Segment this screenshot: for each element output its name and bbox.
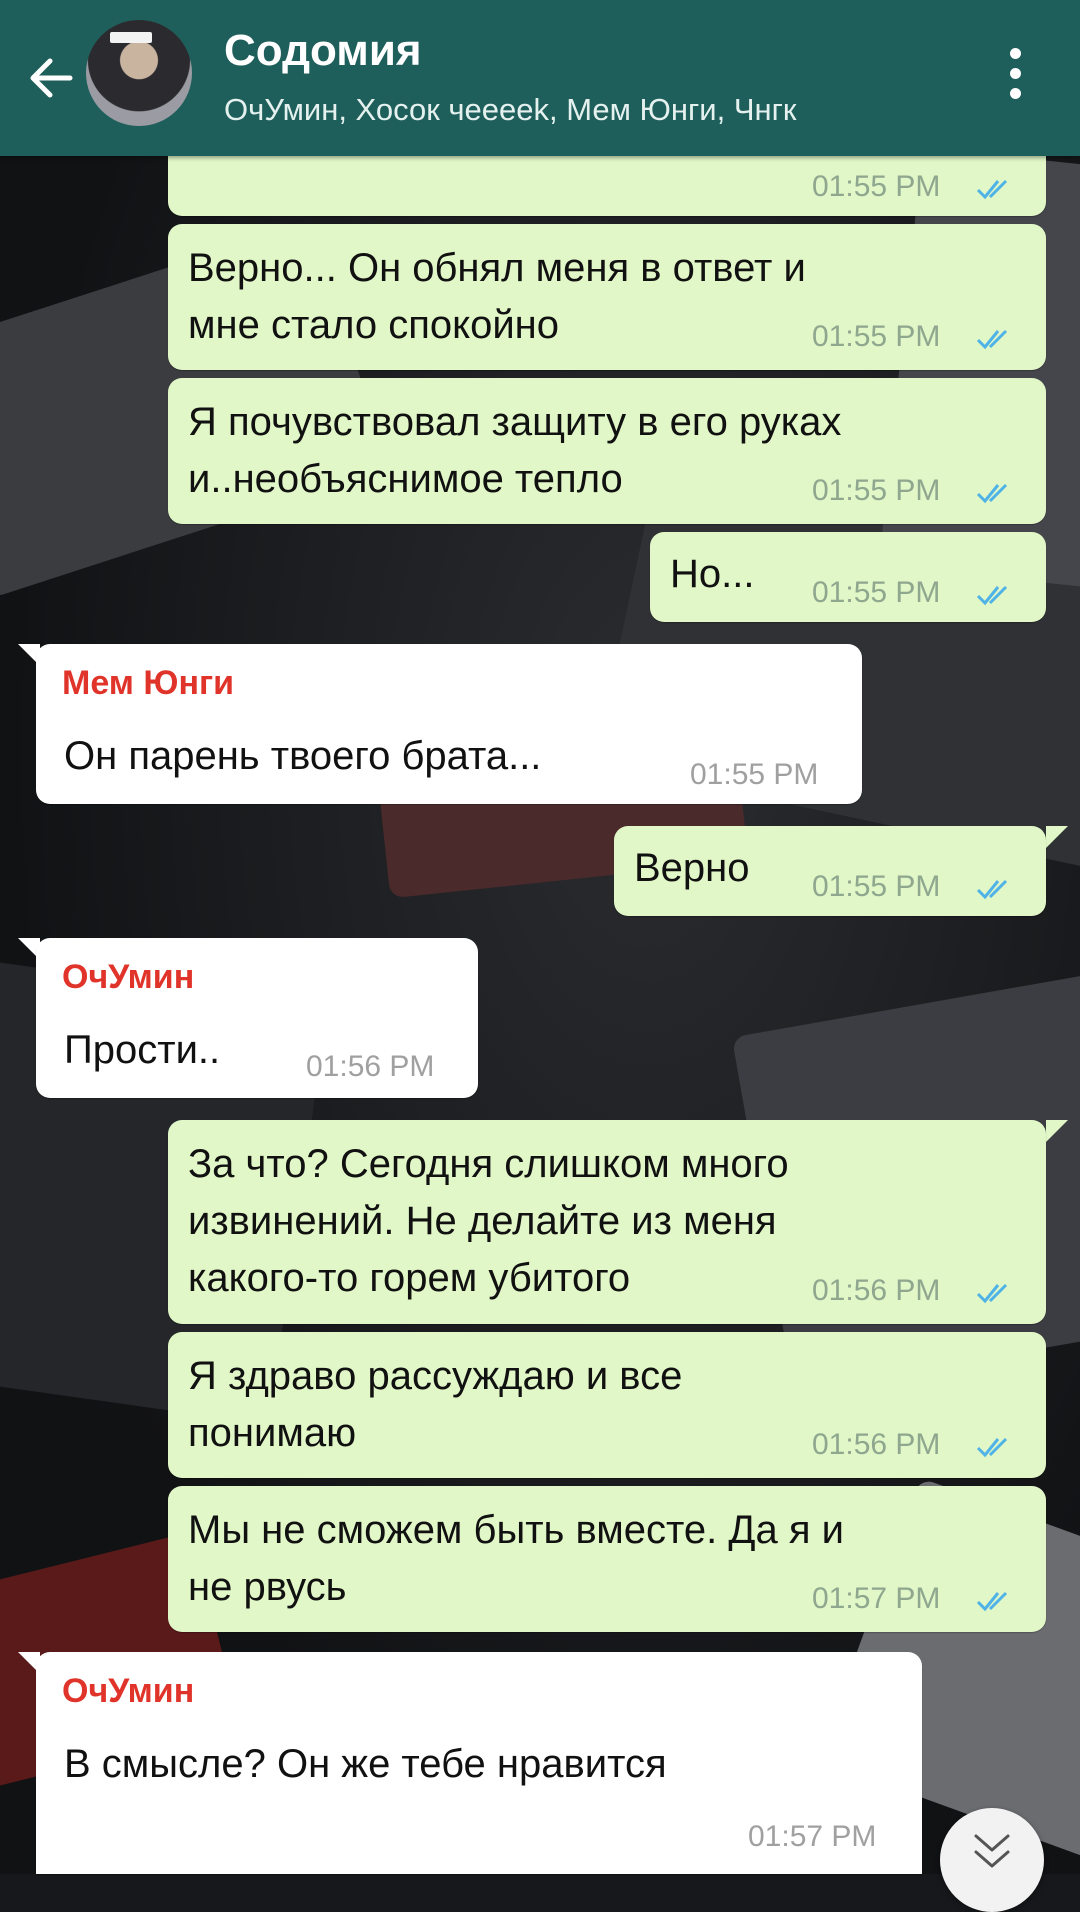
message-time: 01:55 PM	[812, 870, 941, 903]
message-time: 01:56 PM	[812, 1274, 941, 1307]
sender-name[interactable]: Мем Юнги	[62, 664, 234, 703]
message-bubble-outgoing[interactable]: Я почувствовал защиту в его руках и..нео…	[168, 378, 1046, 524]
message-text-line: не рвусь	[188, 1565, 347, 1609]
sender-name[interactable]: ОчУмин	[62, 1672, 194, 1711]
message-bubble-outgoing[interactable]: Мы не сможем быть вместе. Да я и не рвус…	[168, 1486, 1046, 1632]
message-time: 01:55 PM	[812, 170, 941, 203]
message-time: 01:57 PM	[812, 1582, 941, 1615]
message-time: 01:56 PM	[306, 1050, 435, 1083]
arrow-left-icon[interactable]	[22, 48, 82, 108]
read-ticks-icon	[976, 1437, 1008, 1458]
message-text-line: Мы не сможем быть вместе. Да я и	[188, 1508, 844, 1552]
message-time: 01:55 PM	[812, 474, 941, 507]
message-time: 01:55 PM	[812, 576, 941, 609]
message-text-line: Но...	[670, 552, 755, 596]
read-ticks-icon	[976, 179, 1008, 200]
message-bubble-outgoing[interactable]: Но... 01:55 PM	[650, 532, 1046, 622]
message-bubble-outgoing[interactable]: За что? Сегодня слишком много извинений.…	[168, 1120, 1046, 1324]
message-text-line: и..необъяснимое тепло	[188, 457, 623, 501]
read-ticks-icon	[976, 1591, 1008, 1612]
message-text-line: понимаю	[188, 1411, 357, 1455]
chat-title[interactable]: Содомия	[224, 26, 422, 76]
message-text-line: Я здраво рассуждаю и все	[188, 1354, 683, 1398]
message-text-line: В смысле? Он же тебе нравится	[64, 1742, 667, 1786]
message-text-line: За что? Сегодня слишком много	[188, 1142, 789, 1186]
message-bubble-incoming[interactable]: ОчУмин В смысле? Он же тебе нравится 01:…	[36, 1652, 922, 1874]
read-ticks-icon	[976, 879, 1008, 900]
group-avatar[interactable]	[86, 20, 192, 126]
message-text-line: Я почувствовал защиту в его руках	[188, 400, 842, 444]
double-chevron-down-icon	[974, 1834, 1010, 1868]
read-ticks-icon	[976, 585, 1008, 606]
message-text-line: извинений. Не делайте из меня	[188, 1199, 777, 1243]
message-time: 01:57 PM	[748, 1820, 877, 1853]
message-time: 01:55 PM	[690, 758, 819, 791]
message-text-line: Верно	[634, 846, 750, 890]
message-text-line: Он парень твоего брата...	[64, 734, 542, 778]
chat-members[interactable]: ОчУмин, Хосок чееeek, Мем Юнги, Чнгк	[224, 92, 797, 128]
chat-header: Содомия ОчУмин, Хосок чееeek, Мем Юнги, …	[0, 0, 1080, 156]
message-bubble-outgoing[interactable]: Верно... Он обнял меня в ответ и мне ста…	[168, 224, 1046, 370]
message-text-line: Прости..	[64, 1028, 221, 1072]
message-bubble-incoming[interactable]: ОчУмин Прости.. 01:56 PM	[36, 938, 478, 1098]
more-vertical-icon[interactable]	[1000, 48, 1030, 108]
read-ticks-icon	[976, 1283, 1008, 1304]
message-bubble-incoming[interactable]: Мем Юнги Он парень твоего брата... 01:55…	[36, 644, 862, 804]
message-bubble-outgoing[interactable]: Я здраво рассуждаю и все понимаю 01:56 P…	[168, 1332, 1046, 1478]
message-text-line: какого-то горем убитого	[188, 1256, 631, 1300]
sender-name[interactable]: ОчУмин	[62, 958, 194, 997]
message-text-line: Верно... Он обнял меня в ответ и	[188, 246, 806, 290]
message-time: 01:56 PM	[812, 1428, 941, 1461]
read-ticks-icon	[976, 329, 1008, 350]
message-time: 01:55 PM	[812, 320, 941, 353]
message-text-line: мне стало спокойно	[188, 303, 559, 347]
scroll-to-bottom-button[interactable]	[940, 1808, 1044, 1912]
message-bubble-outgoing[interactable]: Верно 01:55 PM	[614, 826, 1046, 916]
read-ticks-icon	[976, 483, 1008, 504]
